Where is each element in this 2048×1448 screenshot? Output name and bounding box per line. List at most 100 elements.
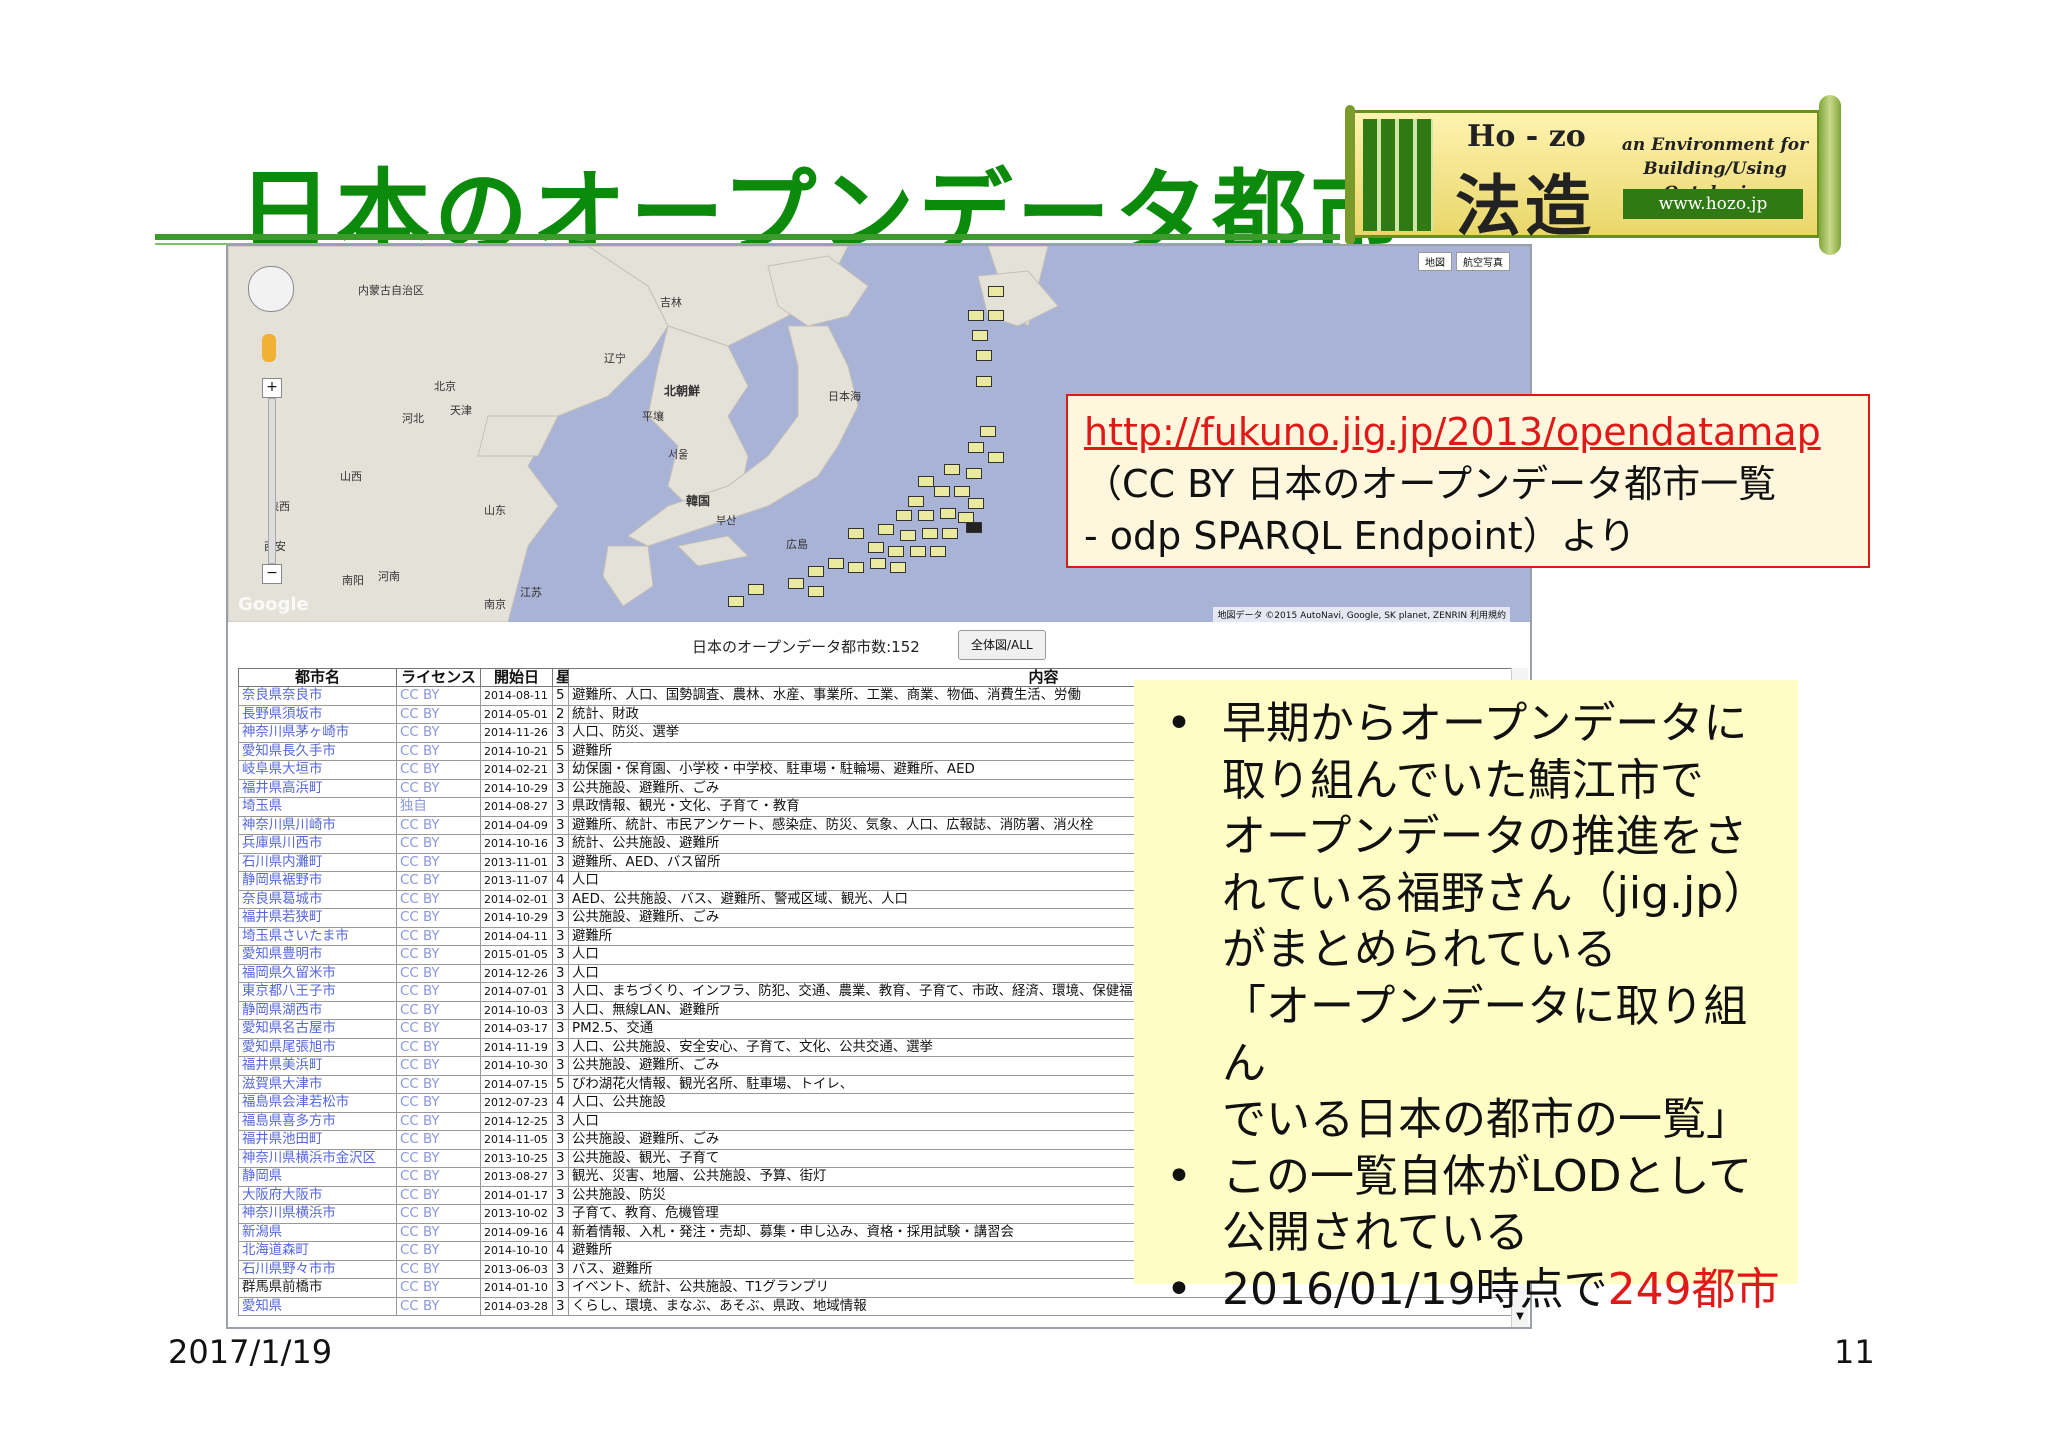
zoom-slider[interactable]: [268, 398, 276, 564]
license-cell[interactable]: CC BY: [396, 1167, 481, 1187]
city-marker[interactable]: [900, 530, 916, 541]
city-marker[interactable]: [890, 562, 906, 573]
city-marker[interactable]: [940, 508, 956, 519]
license-cell[interactable]: CC BY: [396, 963, 481, 983]
license-cell[interactable]: CC BY: [396, 1074, 481, 1094]
license-cell[interactable]: CC BY: [396, 741, 481, 761]
city-marker[interactable]: [788, 578, 804, 589]
city-marker[interactable]: [930, 546, 946, 557]
city-name-link[interactable]: 群馬県前橋市: [238, 1278, 397, 1298]
license-cell[interactable]: CC BY: [396, 982, 481, 1002]
city-name-link[interactable]: 福井県若狭町: [238, 908, 397, 928]
city-name-link[interactable]: 東京都八王子市: [238, 982, 397, 1002]
city-name-link[interactable]: 神奈川県横浜市: [238, 1204, 397, 1224]
city-name-link[interactable]: 石川県野々市市: [238, 1259, 397, 1279]
license-cell[interactable]: CC BY: [396, 1111, 481, 1131]
city-marker[interactable]: [988, 310, 1004, 321]
city-marker[interactable]: [988, 286, 1004, 297]
license-cell[interactable]: CC BY: [396, 704, 481, 724]
city-name-link[interactable]: 福岡県久留米市: [238, 963, 397, 983]
pegman-icon[interactable]: [262, 334, 276, 362]
city-marker[interactable]: [972, 330, 988, 341]
city-name-link[interactable]: 福井県美浜町: [238, 1056, 397, 1076]
license-cell[interactable]: CC BY: [396, 760, 481, 780]
city-name-link[interactable]: 石川県内灘町: [238, 852, 397, 872]
city-marker[interactable]: [988, 452, 1004, 463]
city-marker[interactable]: [748, 584, 764, 595]
city-marker[interactable]: [908, 496, 924, 507]
license-cell[interactable]: CC BY: [396, 1056, 481, 1076]
city-marker[interactable]: [888, 546, 904, 557]
city-marker[interactable]: [934, 486, 950, 497]
city-marker[interactable]: [910, 546, 926, 557]
city-name-link[interactable]: 神奈川県茅ヶ崎市: [238, 723, 397, 743]
license-cell[interactable]: CC BY: [396, 889, 481, 909]
city-marker[interactable]: [954, 486, 970, 497]
city-name-link[interactable]: 滋賀県大津市: [238, 1074, 397, 1094]
city-name-link[interactable]: 埼玉県: [238, 797, 397, 817]
city-name-link[interactable]: 新潟県: [238, 1222, 397, 1242]
city-name-link[interactable]: 北海道森町: [238, 1241, 397, 1261]
city-name-link[interactable]: 長野県須坂市: [238, 704, 397, 724]
license-cell[interactable]: CC BY: [396, 945, 481, 965]
city-name-link[interactable]: 愛知県: [238, 1296, 397, 1316]
license-cell[interactable]: CC BY: [396, 852, 481, 872]
city-name-link[interactable]: 岐阜県大垣市: [238, 760, 397, 780]
license-cell[interactable]: CC BY: [396, 1130, 481, 1150]
license-cell[interactable]: CC BY: [396, 1241, 481, 1261]
license-cell[interactable]: CC BY: [396, 1222, 481, 1242]
zoom-out-icon[interactable]: −: [262, 564, 282, 584]
city-marker[interactable]: [944, 464, 960, 475]
city-name-link[interactable]: 奈良県葛城市: [238, 889, 397, 909]
city-marker[interactable]: [870, 558, 886, 569]
city-marker[interactable]: [918, 510, 934, 521]
city-name-link[interactable]: 神奈川県川崎市: [238, 815, 397, 835]
license-cell[interactable]: CC BY: [396, 926, 481, 946]
city-name-link[interactable]: 静岡県: [238, 1167, 397, 1187]
map-type-satellite-button[interactable]: 航空写真: [1456, 252, 1510, 271]
city-name-link[interactable]: 静岡県湖西市: [238, 1000, 397, 1020]
license-cell[interactable]: CC BY: [396, 1259, 481, 1279]
city-marker[interactable]: [808, 586, 824, 597]
city-marker[interactable]: [966, 468, 982, 479]
city-marker[interactable]: [848, 528, 864, 539]
city-marker[interactable]: [868, 542, 884, 553]
city-name-link[interactable]: 福井県高浜町: [238, 778, 397, 798]
city-name-link[interactable]: 兵庫県川西市: [238, 834, 397, 854]
license-cell[interactable]: CC BY: [396, 1037, 481, 1057]
license-cell[interactable]: CC BY: [396, 908, 481, 928]
license-cell[interactable]: CC BY: [396, 1278, 481, 1298]
license-cell[interactable]: CC BY: [396, 1148, 481, 1168]
city-marker[interactable]: [808, 566, 824, 577]
license-cell[interactable]: CC BY: [396, 871, 481, 891]
city-name-link[interactable]: 福島県会津若松市: [238, 1093, 397, 1113]
city-marker[interactable]: [848, 562, 864, 573]
license-cell[interactable]: CC BY: [396, 1000, 481, 1020]
city-marker[interactable]: [728, 596, 744, 607]
city-marker[interactable]: [878, 524, 894, 535]
zoom-in-icon[interactable]: +: [262, 378, 282, 398]
license-cell[interactable]: CC BY: [396, 1204, 481, 1224]
license-cell[interactable]: CC BY: [396, 686, 481, 706]
source-link[interactable]: http://fukuno.jig.jp/2013/opendatamap: [1084, 406, 1852, 458]
show-all-button[interactable]: 全体図/ALL: [958, 630, 1046, 660]
pan-control-icon[interactable]: [248, 266, 294, 312]
license-cell[interactable]: CC BY: [396, 1296, 481, 1316]
license-cell[interactable]: CC BY: [396, 1019, 481, 1039]
city-name-link[interactable]: 大阪府大阪市: [238, 1185, 397, 1205]
city-marker[interactable]: [828, 558, 844, 569]
city-name-link[interactable]: 愛知県尾張旭市: [238, 1037, 397, 1057]
license-cell[interactable]: CC BY: [396, 1185, 481, 1205]
city-marker[interactable]: [968, 310, 984, 321]
city-name-link[interactable]: 静岡県裾野市: [238, 871, 397, 891]
city-marker[interactable]: [966, 522, 982, 533]
city-name-link[interactable]: 愛知県長久手市: [238, 741, 397, 761]
city-name-link[interactable]: 神奈川県横浜市金沢区: [238, 1148, 397, 1168]
city-name-link[interactable]: 福井県池田町: [238, 1130, 397, 1150]
map-type-map-button[interactable]: 地図: [1418, 252, 1452, 271]
city-name-link[interactable]: 愛知県豊明市: [238, 945, 397, 965]
city-name-link[interactable]: 埼玉県さいたま市: [238, 926, 397, 946]
city-name-link[interactable]: 奈良県奈良市: [238, 686, 397, 706]
city-name-link[interactable]: 愛知県名古屋市: [238, 1019, 397, 1039]
city-marker[interactable]: [918, 476, 934, 487]
